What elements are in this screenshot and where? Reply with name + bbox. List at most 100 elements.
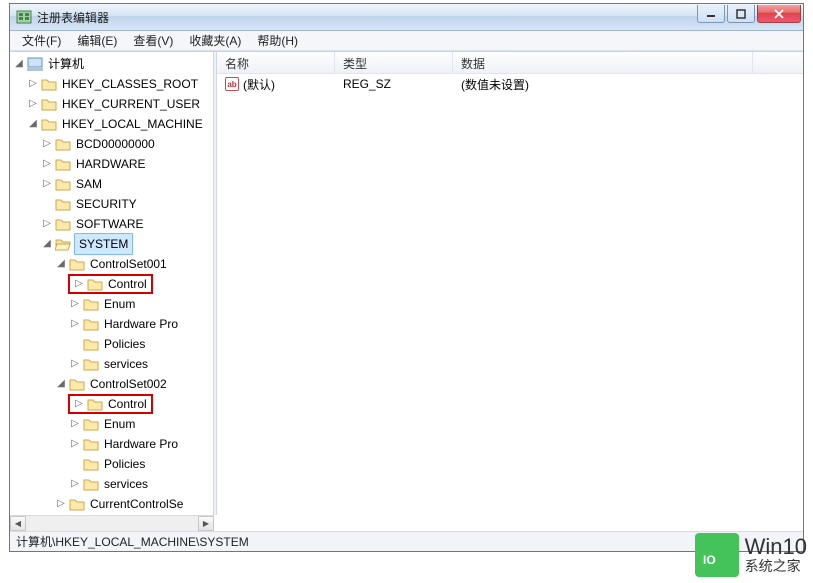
folder-icon <box>83 437 99 451</box>
window-buttons <box>697 4 803 30</box>
list-body[interactable]: ab(默认) REG_SZ (数值未设置) <box>217 74 803 515</box>
tree-hwprof-2[interactable]: Hardware Pro <box>102 434 180 454</box>
expand-icon[interactable]: ▷ <box>68 354 82 374</box>
tree-hwprof-1[interactable]: Hardware Pro <box>102 314 180 334</box>
folder-icon <box>69 497 85 511</box>
tree-hklm[interactable]: HKEY_LOCAL_MACHINE <box>60 114 205 134</box>
folder-icon <box>69 377 85 391</box>
folder-icon <box>55 157 71 171</box>
folder-icon <box>83 477 99 491</box>
folder-icon <box>55 217 71 231</box>
folder-icon <box>69 257 85 271</box>
folder-icon <box>83 417 99 431</box>
col-name[interactable]: 名称 <box>217 52 335 73</box>
statusbar: 计算机\HKEY_LOCAL_MACHINE\SYSTEM <box>10 531 803 551</box>
tree-software[interactable]: SOFTWARE <box>74 214 146 234</box>
menubar: 文件(F) 编辑(E) 查看(V) 收藏夹(A) 帮助(H) <box>10 31 803 51</box>
tree-ccs[interactable]: CurrentControlSe <box>88 494 185 514</box>
tree-cs1[interactable]: ControlSet001 <box>88 254 169 274</box>
folder-open-icon <box>55 237 71 251</box>
folder-icon <box>83 297 99 311</box>
expand-icon[interactable]: ▷ <box>40 134 54 154</box>
tree-services-2[interactable]: services <box>102 474 150 494</box>
scroll-right-icon[interactable]: ▶ <box>198 516 214 531</box>
titlebar[interactable]: 注册表编辑器 <box>10 4 803 31</box>
tree-enum-1[interactable]: Enum <box>102 294 137 314</box>
menu-file[interactable]: 文件(F) <box>14 30 69 51</box>
expand-icon[interactable]: ▷ <box>40 214 54 234</box>
folder-icon <box>87 397 103 411</box>
tree-hkcr[interactable]: HKEY_CLASSES_ROOT <box>60 74 200 94</box>
maximize-button[interactable] <box>727 5 755 23</box>
tree-hkcu[interactable]: HKEY_CURRENT_USER <box>60 94 202 114</box>
col-data[interactable]: 数据 <box>453 52 753 73</box>
expand-icon[interactable]: ▷ <box>68 294 82 314</box>
close-button[interactable] <box>757 5 801 23</box>
expand-icon[interactable]: ▷ <box>26 94 40 114</box>
tree-bcd[interactable]: BCD00000000 <box>74 134 157 154</box>
folder-icon <box>41 77 57 91</box>
tree-policies-2[interactable]: Policies <box>102 454 147 474</box>
watermark-line1: Win10 <box>745 535 807 559</box>
folder-icon <box>41 117 57 131</box>
value-name: (默认) <box>243 76 275 93</box>
tree-sam[interactable]: SAM <box>74 174 104 194</box>
tree-system[interactable]: SYSTEM <box>74 233 133 255</box>
menu-help[interactable]: 帮助(H) <box>249 30 306 51</box>
tree-hscroll[interactable]: ◀ ▶ <box>10 515 214 531</box>
highlight-control-1: ▷ Control <box>68 274 153 294</box>
tree-services-1[interactable]: services <box>102 354 150 374</box>
tree-security[interactable]: SECURITY <box>74 194 139 214</box>
menu-edit[interactable]: 编辑(E) <box>69 30 125 51</box>
list-header: 名称 类型 数据 <box>217 52 803 74</box>
highlight-control-2: ▷ Control <box>68 394 153 414</box>
expand-icon[interactable]: ◢ <box>54 374 68 394</box>
tree-control-2[interactable]: Control <box>106 394 149 414</box>
expand-icon[interactable]: ◢ <box>54 254 68 274</box>
client-area: ◢ 计算机 ▷ HKEY_CLASSES_ROOT ▷ HKEY_CURRENT_US… <box>10 51 803 515</box>
tree-hardware[interactable]: HARDWARE <box>74 154 148 174</box>
watermark-line2: 系统之家 <box>745 559 807 574</box>
expand-icon[interactable]: ▷ <box>68 314 82 334</box>
expand-icon[interactable]: ▷ <box>26 74 40 94</box>
list-pane: 名称 类型 数据 ab(默认) REG_SZ (数值未设置) <box>217 52 803 515</box>
expand-icon[interactable]: ▷ <box>68 474 82 494</box>
expand-icon[interactable]: ▷ <box>40 154 54 174</box>
scroll-track[interactable] <box>26 516 198 531</box>
folder-icon <box>55 177 71 191</box>
menu-favorites[interactable]: 收藏夹(A) <box>181 30 249 51</box>
tree-cs2[interactable]: ControlSet002 <box>88 374 169 394</box>
expand-icon[interactable]: ◢ <box>40 234 54 254</box>
scroll-left-icon[interactable]: ◀ <box>10 516 26 531</box>
tree-md[interactable]: MountedDevices <box>88 514 181 515</box>
folder-icon <box>83 357 99 371</box>
folder-icon <box>83 317 99 331</box>
tree-enum-2[interactable]: Enum <box>102 414 137 434</box>
menu-view[interactable]: 查看(V) <box>125 30 181 51</box>
folder-icon <box>87 277 103 291</box>
tree-control-1[interactable]: Control <box>106 274 149 294</box>
expand-icon[interactable]: ▷ <box>68 414 82 434</box>
tree-root[interactable]: 计算机 <box>46 54 86 74</box>
folder-icon <box>41 97 57 111</box>
minimize-button[interactable] <box>697 5 725 23</box>
expand-icon[interactable]: ▷ <box>68 434 82 454</box>
list-row[interactable]: ab(默认) REG_SZ (数值未设置) <box>217 74 803 94</box>
tree-pane[interactable]: ◢ 计算机 ▷ HKEY_CLASSES_ROOT ▷ HKEY_CURRENT_US… <box>10 52 214 515</box>
value-data: (数值未设置) <box>453 76 753 93</box>
tree-policies-1[interactable]: Policies <box>102 334 147 354</box>
expand-icon[interactable]: ◢ <box>12 54 26 74</box>
expand-icon[interactable]: ◢ <box>26 114 40 134</box>
registry-editor-window: 注册表编辑器 文件(F) 编辑(E) 查看(V) 收藏夹(A) 帮助(H) ◢ 计… <box>9 3 804 552</box>
watermark-logo-icon: IO <box>695 533 739 577</box>
col-type[interactable]: 类型 <box>335 52 453 73</box>
expand-icon[interactable]: ▷ <box>40 174 54 194</box>
computer-icon <box>27 57 43 71</box>
expand-icon[interactable]: ▷ <box>54 494 68 514</box>
expand-icon[interactable]: ▷ <box>72 274 86 294</box>
expand-icon[interactable]: ▷ <box>72 394 86 414</box>
svg-text:IO: IO <box>703 553 716 567</box>
status-path: 计算机\HKEY_LOCAL_MACHINE\SYSTEM <box>16 533 249 550</box>
value-type: REG_SZ <box>335 77 453 91</box>
folder-icon <box>83 457 99 471</box>
